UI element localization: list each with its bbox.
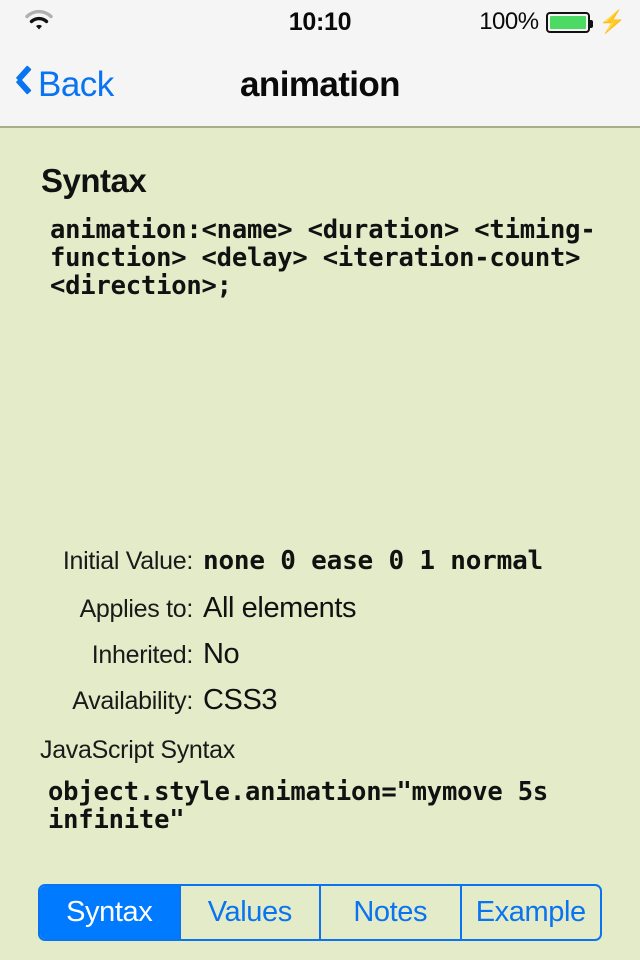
back-button[interactable]: Back xyxy=(14,44,114,126)
javascript-code-block: object.style.animation="mymove 5s infini… xyxy=(48,777,564,835)
tab-example[interactable]: Example xyxy=(462,886,601,939)
lightning-bolt-icon: ⚡ xyxy=(598,9,626,34)
battery-percentage: 100% xyxy=(479,8,539,35)
content-area: Syntax animation:<name> <duration> <timi… xyxy=(0,128,640,960)
status-bar: 10:10 100% ⚡ xyxy=(0,0,640,44)
property-value: CSS3 xyxy=(203,684,278,716)
table-row: Inherited: No xyxy=(0,638,640,684)
chevron-left-icon xyxy=(14,70,32,100)
battery-fill xyxy=(549,15,586,29)
table-row: Applies to: All elements xyxy=(0,592,640,638)
segmented-control: Syntax Values Notes Example xyxy=(38,884,602,941)
table-row: Availability: CSS3 xyxy=(0,684,640,730)
property-value: none 0 ease 0 1 normal xyxy=(203,546,543,576)
navigation-bar: Back animation xyxy=(0,44,640,128)
battery-nub xyxy=(589,19,593,28)
status-bar-clock: 10:10 xyxy=(288,7,352,36)
table-row: Initial Value: none 0 ease 0 1 normal xyxy=(0,546,640,592)
property-label: Initial Value: xyxy=(62,547,193,575)
status-bar-right: 100% ⚡ xyxy=(479,0,626,44)
property-label: Applies to: xyxy=(79,595,194,623)
syntax-section-heading: Syntax xyxy=(41,162,147,199)
javascript-syntax-label: JavaScript Syntax xyxy=(40,736,235,764)
tab-syntax[interactable]: Syntax xyxy=(40,886,181,939)
property-value: All elements xyxy=(203,592,357,624)
battery-full-icon xyxy=(545,11,593,33)
property-label: Availability: xyxy=(72,687,193,715)
property-table: Initial Value: none 0 ease 0 1 normal Ap… xyxy=(0,546,640,730)
property-value: No xyxy=(203,638,240,670)
tab-notes[interactable]: Notes xyxy=(321,886,462,939)
tab-values[interactable]: Values xyxy=(181,886,321,939)
back-button-label: Back xyxy=(38,65,114,104)
property-label: Inherited: xyxy=(91,641,194,669)
syntax-code-block: animation:<name> <duration> <timing-func… xyxy=(50,215,596,301)
